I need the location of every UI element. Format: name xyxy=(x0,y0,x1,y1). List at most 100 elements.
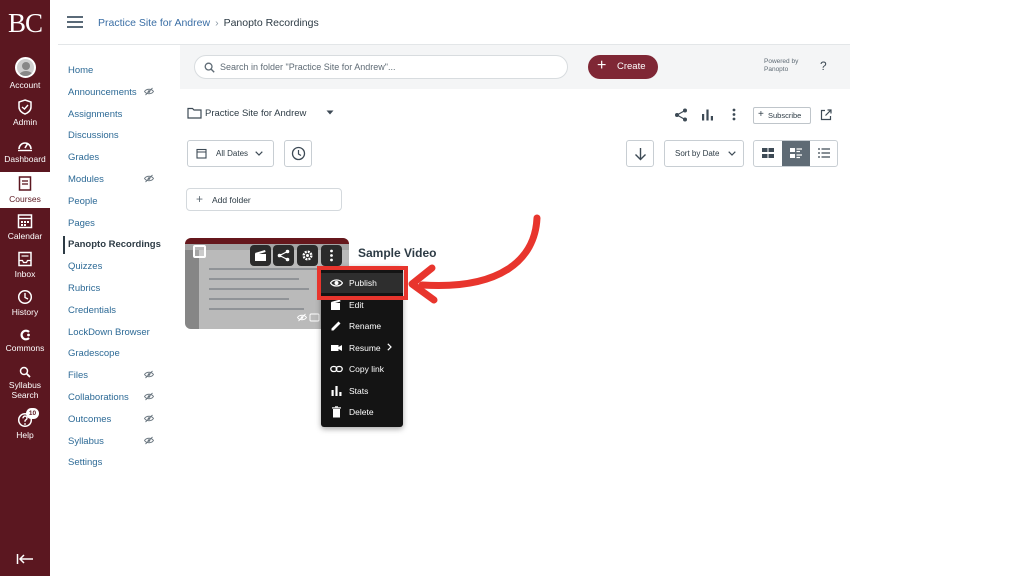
view-detail-button[interactable] xyxy=(782,141,810,166)
menu-item-label: Delete xyxy=(349,407,374,417)
global-nav-dashboard[interactable]: Dashboard xyxy=(0,138,50,164)
global-nav-label: Calendar xyxy=(7,231,43,241)
unpublished-eye-icon xyxy=(297,313,320,322)
course-nav-home[interactable]: Home xyxy=(68,65,168,81)
calendar-icon xyxy=(17,214,33,229)
global-nav-courses[interactable]: Courses xyxy=(0,172,50,208)
arrow-down-icon xyxy=(635,148,646,161)
course-nav-outcomes[interactable]: Outcomes xyxy=(68,414,168,430)
more-options-icon xyxy=(330,249,333,262)
help-button[interactable]: ? xyxy=(820,59,827,73)
shield-icon xyxy=(18,99,32,115)
open-new-window-icon[interactable] xyxy=(820,109,832,121)
more-options-icon[interactable] xyxy=(732,108,736,121)
collapse-nav-button[interactable] xyxy=(16,552,34,570)
menu-item-label: Rename xyxy=(349,321,382,331)
global-nav-history[interactable]: History xyxy=(0,289,50,317)
video-edit-button[interactable] xyxy=(250,245,271,266)
global-nav-label: Help xyxy=(16,430,34,440)
menu-item-label: Stats xyxy=(349,385,369,396)
course-nav-label: Modules xyxy=(68,174,104,185)
hidden-eye-icon xyxy=(144,436,154,444)
plus-icon: + xyxy=(196,192,204,206)
global-nav-commons[interactable]: Commons xyxy=(0,329,50,353)
course-nav-lockdown-browser[interactable]: LockDown Browser xyxy=(68,327,168,343)
sort-direction-button[interactable] xyxy=(626,140,654,167)
menu-item-rename[interactable]: Rename xyxy=(321,316,403,336)
course-nav-gradescope[interactable]: Gradescope xyxy=(68,348,168,364)
global-nav-help[interactable]: 10 Help xyxy=(0,408,50,440)
search-icon xyxy=(19,366,31,378)
global-nav-syllabus-search[interactable]: Syllabus Search xyxy=(0,366,50,400)
trash-icon xyxy=(332,406,341,418)
powered-by-panopto: Powered by Panopto xyxy=(764,58,804,74)
global-nav-admin[interactable]: Admin xyxy=(0,99,50,127)
create-button[interactable]: + Create xyxy=(588,55,658,79)
stats-icon[interactable] xyxy=(701,108,714,121)
course-menu-toggle[interactable] xyxy=(67,16,83,30)
course-nav-modules[interactable]: Modules xyxy=(68,174,168,190)
course-nav-pages[interactable]: Pages xyxy=(68,218,168,234)
detail-view-icon xyxy=(790,148,802,159)
course-nav-assignments[interactable]: Assignments xyxy=(68,109,168,125)
global-nav-calendar[interactable]: Calendar xyxy=(0,213,50,241)
course-nav-people[interactable]: People xyxy=(68,196,168,212)
menu-item-stats[interactable]: Stats xyxy=(321,381,403,401)
sort-label: Sort by Date xyxy=(675,149,720,158)
course-nav-panopto-recordings[interactable]: Panopto Recordings xyxy=(68,239,168,255)
course-nav-files[interactable]: Files xyxy=(68,370,168,386)
course-nav-credentials[interactable]: Credentials xyxy=(68,305,168,321)
plus-icon: + xyxy=(758,109,764,120)
breadcrumb-current: Panopto Recordings xyxy=(223,17,319,29)
video-more-options-button[interactable] xyxy=(321,245,342,266)
search-input[interactable]: Search in folder "Practice Site for Andr… xyxy=(194,55,568,79)
global-nav-account[interactable]: Account xyxy=(0,57,50,90)
breadcrumb: Practice Site for Andrew › Panopto Recordi… xyxy=(98,17,319,29)
sort-dropdown[interactable]: Sort by Date xyxy=(664,140,744,167)
course-nav-rubrics[interactable]: Rubrics xyxy=(68,283,168,299)
recent-filter-button[interactable] xyxy=(284,140,312,167)
folder-dropdown-icon[interactable] xyxy=(326,110,334,115)
school-logo[interactable]: BC xyxy=(0,8,50,39)
subscribe-button[interactable]: + Subscribe xyxy=(753,107,811,124)
chevron-down-icon xyxy=(728,151,736,156)
plus-icon: + xyxy=(597,57,607,74)
dates-filter-dropdown[interactable]: All Dates xyxy=(187,140,274,167)
course-nav-settings[interactable]: Settings xyxy=(68,457,168,473)
global-nav-label: Inbox xyxy=(14,269,36,279)
annotation-arrow-icon xyxy=(408,214,541,304)
course-nav-syllabus[interactable]: Syllabus xyxy=(68,436,168,452)
course-nav-discussions[interactable]: Discussions xyxy=(68,130,168,146)
video-share-button[interactable] xyxy=(273,245,294,266)
folder-name: Practice Site for Andrew xyxy=(205,108,307,119)
edit-icon xyxy=(331,299,341,310)
breadcrumb-course-link[interactable]: Practice Site for Andrew xyxy=(98,17,210,29)
share-icon[interactable] xyxy=(674,108,688,122)
folder-icon xyxy=(187,107,202,119)
add-folder-button[interactable]: + Add folder xyxy=(186,188,342,211)
menu-item-label: Edit xyxy=(349,299,364,310)
create-label: Create xyxy=(617,61,646,72)
course-nav-quizzes[interactable]: Quizzes xyxy=(68,261,168,277)
search-placeholder: Search in folder "Practice Site for Andr… xyxy=(220,62,396,72)
global-nav-label: Admin xyxy=(12,117,38,127)
menu-item-resume[interactable]: Resume xyxy=(321,338,403,358)
menu-item-delete[interactable]: Delete xyxy=(321,402,403,422)
course-nav-label: Collaborations xyxy=(68,392,129,403)
chevron-down-icon xyxy=(255,151,263,156)
help-badge: 10 xyxy=(26,408,39,419)
menu-item-copy-link[interactable]: Copy link xyxy=(321,359,403,379)
video-select-checkbox[interactable] xyxy=(193,245,206,258)
course-nav-announcements[interactable]: Announcements xyxy=(68,87,168,103)
stats-icon xyxy=(331,385,342,396)
course-nav-grades[interactable]: Grades xyxy=(68,152,168,168)
course-nav-collaborations[interactable]: Collaborations xyxy=(68,392,168,408)
commons-icon xyxy=(20,329,30,341)
global-nav-inbox[interactable]: Inbox xyxy=(0,251,50,279)
collapse-arrow-icon xyxy=(16,554,33,564)
view-list-button[interactable] xyxy=(810,141,837,166)
view-grid-button[interactable] xyxy=(754,141,782,166)
global-nav: BC Account Admin Dashboard Courses Calen… xyxy=(0,0,50,576)
hidden-eye-icon xyxy=(144,414,154,423)
video-settings-button[interactable] xyxy=(297,245,318,266)
